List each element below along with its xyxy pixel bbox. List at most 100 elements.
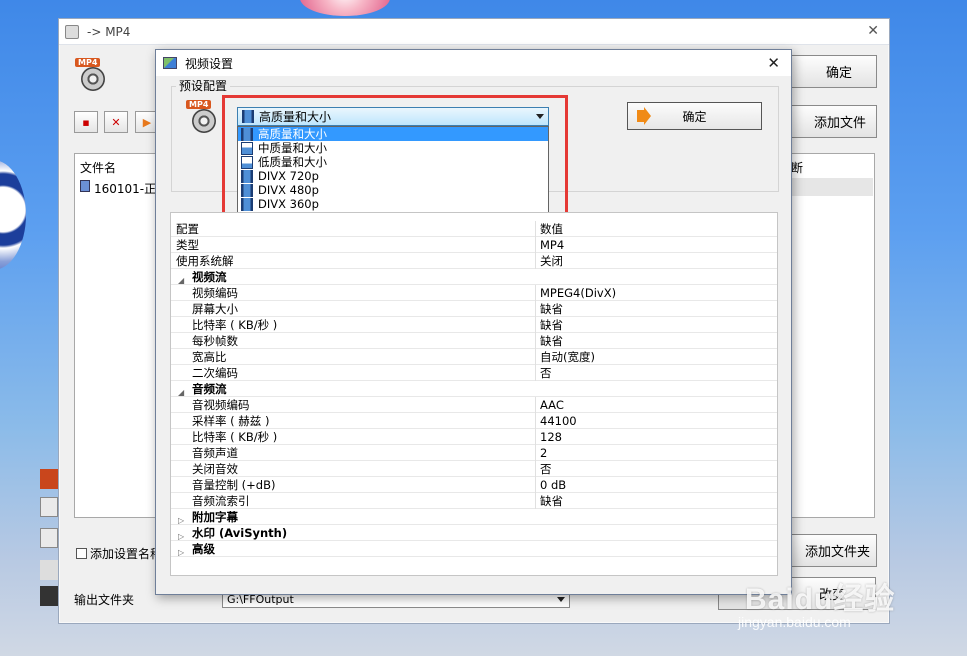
preset-option[interactable]: DIVX 480p: [238, 183, 548, 197]
property-category[interactable]: ▷ 附加字幕: [171, 509, 777, 525]
app-icon: [65, 24, 79, 39]
close-icon[interactable]: ✕: [767, 54, 780, 72]
property-value[interactable]: 128: [540, 429, 562, 445]
column-divider: [535, 493, 536, 509]
property-value[interactable]: AAC: [540, 397, 564, 413]
expand-icon[interactable]: ▷: [178, 545, 184, 561]
property-category[interactable]: ◢ 音频流: [171, 381, 777, 397]
property-row[interactable]: 屏幕大小 缺省: [171, 301, 777, 317]
property-category[interactable]: ▷ 高级: [171, 541, 777, 557]
file-list-right: 断: [785, 153, 875, 518]
video-file-icon: [80, 180, 90, 192]
property-row[interactable]: 视频编码 MPEG4(DivX): [171, 285, 777, 301]
property-category[interactable]: ▷ 水印 (AviSynth): [171, 525, 777, 541]
property-value[interactable]: 否: [540, 461, 552, 477]
column-divider: [535, 445, 536, 461]
property-value[interactable]: 关闭: [540, 253, 563, 269]
property-value[interactable]: 缺省: [540, 317, 563, 333]
property-key: 音频流索引: [192, 494, 250, 508]
add-setting-checkbox[interactable]: 添加设置名称: [76, 545, 162, 562]
property-key: 高级: [192, 542, 215, 556]
property-value[interactable]: 0 dB: [540, 477, 566, 493]
property-value[interactable]: 数值: [540, 221, 563, 237]
property-row[interactable]: 关闭音效 否: [171, 461, 777, 477]
watermark-logo: Baidu经验: [745, 583, 896, 616]
column-divider: [535, 477, 536, 493]
property-value[interactable]: 自动(宽度): [540, 349, 595, 365]
preset-option-label: DIVX 360p: [258, 197, 319, 211]
window-fragment: [40, 586, 58, 606]
window-fragment: [40, 497, 58, 517]
property-value[interactable]: 缺省: [540, 301, 563, 317]
column-divider: [535, 285, 536, 301]
arrow-right-icon: [637, 107, 651, 125]
property-value[interactable]: 否: [540, 365, 552, 381]
column-divider: [535, 397, 536, 413]
file-list-header: 文件名: [80, 161, 117, 175]
window-fragment: [40, 469, 58, 489]
property-grid[interactable]: 配置 数值 类型 MP4 使用系统解 关闭 ◢ 视频流 视频编码 MPEG4(DivX) 屏幕大小缺…: [170, 212, 778, 576]
main-window-title: -> MP4: [87, 24, 131, 39]
property-value[interactable]: 44100: [540, 413, 577, 429]
property-key: 音视频编码: [192, 398, 250, 412]
property-key: 关闭音效: [192, 462, 238, 476]
property-row[interactable]: 宽高比 自动(宽度): [171, 349, 777, 365]
clear-list-icon[interactable]: ✕: [104, 111, 128, 133]
dialog-ok-button[interactable]: 确定: [627, 102, 762, 130]
property-row[interactable]: 比特率 ( KB/秒 ) 128: [171, 429, 777, 445]
column-divider: [535, 413, 536, 429]
film-blue-icon: [241, 127, 253, 141]
property-value[interactable]: 缺省: [540, 333, 563, 349]
file-list[interactable]: 文件名 160101-正片: [74, 153, 168, 518]
column-divider: [535, 349, 536, 365]
preset-option[interactable]: DIVX 360p: [238, 197, 548, 211]
film-blue-icon: [241, 183, 253, 197]
property-key: 采样率 ( 赫兹 ): [192, 414, 270, 428]
column-divider: [535, 253, 536, 269]
property-row[interactable]: 音视频编码 AAC: [171, 397, 777, 413]
property-row[interactable]: 音量控制 (+dB) 0 dB: [171, 477, 777, 493]
property-category[interactable]: ◢ 视频流: [171, 269, 777, 285]
preset-option-label: DIVX 720p: [258, 169, 319, 183]
selected-row[interactable]: [785, 178, 873, 196]
preset-option[interactable]: 高质量和大小: [238, 127, 548, 141]
property-row[interactable]: 每秒帧数 缺省: [171, 333, 777, 349]
property-value[interactable]: 缺省: [540, 493, 563, 509]
window-fragment: [40, 560, 58, 580]
property-key: 二次编码: [192, 366, 238, 380]
film-low-icon: [241, 155, 253, 169]
remove-file-icon[interactable]: ▪: [74, 111, 98, 133]
property-key: 附加字幕: [192, 510, 238, 524]
property-row[interactable]: 类型 MP4: [171, 237, 777, 253]
property-key: 音量控制 (+dB): [192, 478, 276, 492]
preset-option[interactable]: 低质量和大小: [238, 155, 548, 169]
property-row[interactable]: 二次编码 否: [171, 365, 777, 381]
film-blue-icon: [241, 197, 253, 211]
property-row[interactable]: 配置 数值: [171, 221, 777, 237]
property-value[interactable]: MPEG4(DivX): [540, 285, 616, 301]
dialog-title-bar: 视频设置: [156, 50, 791, 76]
property-row[interactable]: 音频流索引 缺省: [171, 493, 777, 509]
property-row[interactable]: 使用系统解 关闭: [171, 253, 777, 269]
column-divider: [535, 461, 536, 477]
property-row[interactable]: 比特率 ( KB/秒 ) 缺省: [171, 317, 777, 333]
column-divider: [535, 301, 536, 317]
preset-select[interactable]: 高质量和大小: [237, 107, 549, 126]
film-icon: [242, 110, 254, 123]
chevron-down-icon: [536, 114, 544, 119]
column-divider: [535, 429, 536, 445]
property-key: 每秒帧数: [192, 334, 238, 348]
close-icon[interactable]: ✕: [867, 23, 879, 39]
property-row[interactable]: 采样率 ( 赫兹 ) 44100: [171, 413, 777, 429]
preset-option[interactable]: 中质量和大小: [238, 141, 548, 155]
property-row[interactable]: 音频声道 2: [171, 445, 777, 461]
image-icon: [163, 57, 177, 69]
preset-option[interactable]: DIVX 720p: [238, 169, 548, 183]
checkbox-box[interactable]: [76, 548, 87, 559]
output-folder-label: 输出文件夹: [74, 593, 135, 607]
property-value[interactable]: MP4: [540, 237, 564, 253]
property-key: 比特率 ( KB/秒 ): [192, 430, 278, 444]
property-value[interactable]: 2: [540, 445, 547, 461]
preset-option-label: DIVX 480p: [258, 183, 319, 197]
property-key: 屏幕大小: [192, 302, 238, 316]
